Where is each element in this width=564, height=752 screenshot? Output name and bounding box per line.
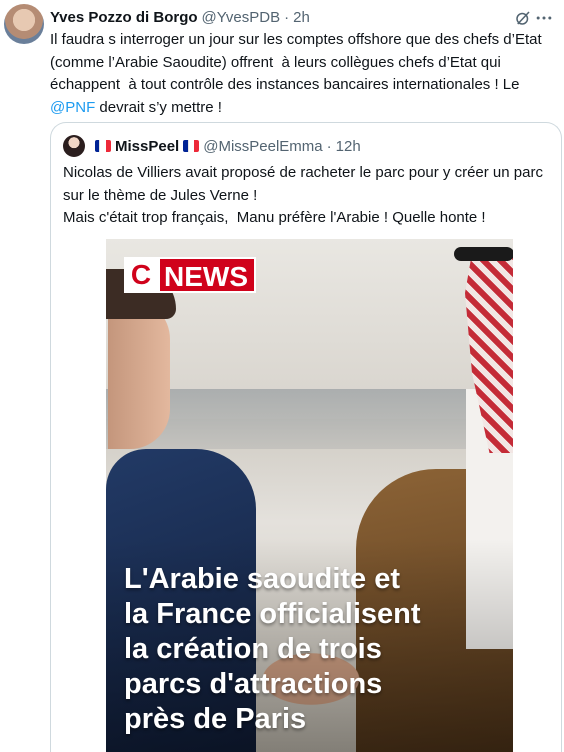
more-icon[interactable]: [534, 8, 554, 28]
flag-stripe: [105, 140, 111, 152]
cnews-logo-c: C: [124, 257, 158, 293]
cnews-logo-news: NEWS: [158, 257, 256, 293]
grok-icon[interactable]: [514, 9, 532, 27]
french-flag-icon: [95, 140, 111, 152]
author-avatar[interactable]: [4, 4, 44, 44]
separator-dot: ·: [326, 137, 332, 155]
quoted-tweet-text: Nicolas de Villiers avait proposé de rac…: [63, 164, 543, 226]
image-headline: L'Arabie saoudite et la France officiali…: [124, 562, 509, 737]
tweet-text: Il faudra s interroger un jour sur les c…: [50, 29, 555, 119]
headline-line: L'Arabie saoudite et: [124, 563, 401, 595]
quoted-author-handle[interactable]: @MissPeelEmma: [203, 138, 322, 155]
author-handle[interactable]: @YvesPDB: [202, 9, 281, 26]
quoted-author-name[interactable]: MissPeel: [115, 138, 179, 155]
tweet-text-part: Il faudra s interroger un jour sur les c…: [50, 31, 542, 93]
headline-line: près de Paris: [124, 703, 307, 735]
quoted-tweet-time[interactable]: 12h: [336, 138, 361, 155]
quoted-tweet-image[interactable]: C NEWS L'Arabie saoudite et la France of…: [106, 239, 513, 752]
tweet-text-part: devrait s’y mettre !: [95, 98, 222, 116]
french-flag-icon: [183, 140, 200, 152]
separator-dot: ·: [284, 8, 290, 26]
headline-line: parcs d'attractions: [124, 668, 383, 700]
cnews-logo: C NEWS: [124, 257, 256, 293]
tweet-header: Yves Pozzo di Borgo @YvesPDB · 2h: [50, 6, 554, 28]
tweet-time[interactable]: 2h: [293, 9, 310, 26]
quoted-tweet-header: MissPeel @MissPeelEmma · 12h: [63, 135, 549, 157]
author-name[interactable]: Yves Pozzo di Borgo: [50, 9, 198, 26]
headline-line: la création de trois: [124, 633, 382, 665]
mention-link[interactable]: @PNF: [50, 99, 95, 116]
quoted-author-avatar[interactable]: [63, 135, 85, 157]
headline-line: la France officialisent: [124, 598, 421, 630]
photo-person-left-face: [108, 299, 170, 449]
photo-headband: [454, 247, 513, 261]
flag-stripe: [193, 140, 200, 152]
quoted-tweet[interactable]: MissPeel @MissPeelEmma · 12h Nicolas de …: [50, 122, 562, 752]
